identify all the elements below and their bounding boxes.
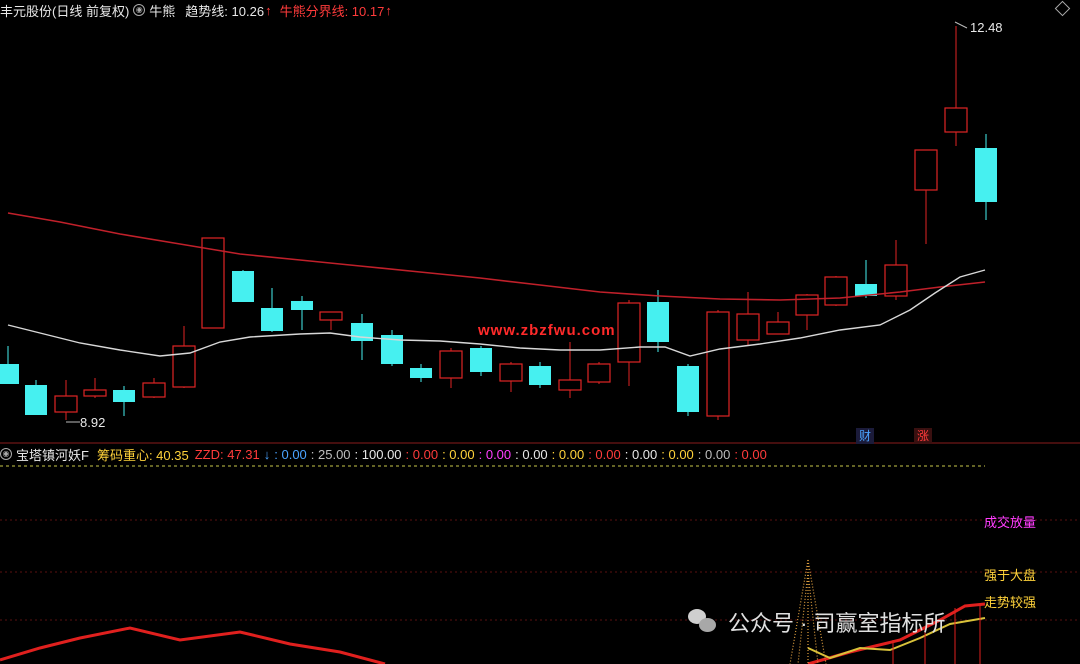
ind-value-9: : 0.00 xyxy=(588,446,621,462)
candle-body xyxy=(0,364,19,384)
high-price-label: 12.48 xyxy=(970,20,1003,35)
ind-value-4: : 0.00 xyxy=(405,446,439,462)
ind-value-10: : 0.00 xyxy=(624,446,658,462)
watermark-text: 公众号 · 司赢室指标所 xyxy=(728,611,946,636)
candle-body xyxy=(587,363,611,383)
candle-body xyxy=(529,366,551,385)
stronger-than-market-label: 强于大盘 xyxy=(984,568,1037,583)
candle-27 xyxy=(766,312,790,335)
candle-body xyxy=(914,149,938,191)
strong-trend-label: 走势较强 xyxy=(984,595,1037,610)
candle-body xyxy=(499,363,523,382)
candle-24 xyxy=(677,364,699,416)
candle-body xyxy=(83,389,107,397)
high-marker-line xyxy=(954,21,968,29)
candle-19 xyxy=(529,362,551,388)
candle-body xyxy=(291,301,313,310)
candle-30 xyxy=(855,260,877,298)
candle-body xyxy=(410,368,432,378)
indicator-red-line xyxy=(0,626,386,664)
candle-33 xyxy=(944,26,968,146)
candle-body xyxy=(736,313,760,341)
candle-body xyxy=(113,390,135,402)
candle-body xyxy=(824,276,848,306)
candle-body xyxy=(706,311,730,417)
candle-1 xyxy=(0,346,19,384)
ind-value-2: : 25.00 xyxy=(310,446,351,462)
candle-body xyxy=(677,366,699,412)
candle-3 xyxy=(54,380,78,420)
candle-2 xyxy=(25,380,47,415)
ind-value-1: : 0.00 xyxy=(274,446,307,462)
ind-value-13: : 0.00 xyxy=(734,446,767,462)
candle-body xyxy=(766,321,790,335)
zzd-down-arrow-icon: ↓ xyxy=(263,446,271,462)
indicator-title[interactable]: 宝塔镇河妖F xyxy=(16,445,89,464)
zzd-value: ZZD: 47.31 xyxy=(194,446,260,462)
candle-22 xyxy=(617,300,641,386)
candle-9 xyxy=(232,270,254,302)
ind-value-11: : 0.00 xyxy=(661,446,694,462)
candle-29 xyxy=(824,276,848,306)
candle-14 xyxy=(381,330,403,366)
candle-16 xyxy=(439,348,463,388)
candle-body xyxy=(558,379,582,391)
candle-body xyxy=(319,311,343,321)
candle-4 xyxy=(83,378,107,398)
candle-body xyxy=(617,302,641,363)
candle-body xyxy=(25,385,47,415)
candle-15 xyxy=(410,364,432,382)
candle-body xyxy=(647,302,669,342)
candle-23 xyxy=(647,290,669,352)
candle-18 xyxy=(499,362,523,392)
low-price-label: 8.92 xyxy=(80,415,106,430)
candle-body xyxy=(439,350,463,379)
rise-tag[interactable]: 涨 xyxy=(914,428,933,444)
candle-body xyxy=(795,294,819,316)
candle-25 xyxy=(706,310,730,420)
ind-value-8: : 0.00 xyxy=(551,446,585,462)
volume-increase-label: 成交放量 xyxy=(984,515,1037,530)
candles-group xyxy=(0,26,997,420)
candle-21 xyxy=(587,362,611,384)
candle-10 xyxy=(261,288,283,332)
candle-12 xyxy=(319,311,343,330)
indicator-settings-icon[interactable]: ◉ xyxy=(0,448,12,460)
candle-5 xyxy=(113,386,135,416)
candle-body xyxy=(261,308,283,331)
wechat-watermark: 公众号 · 司赢室指标所 xyxy=(688,606,946,638)
candle-17 xyxy=(470,346,492,376)
ind-value-7: : 0.00 xyxy=(515,446,548,462)
candle-body xyxy=(54,395,78,413)
candle-body xyxy=(142,382,166,398)
wechat-icon xyxy=(688,609,718,635)
ind-value-3: : 100.00 xyxy=(354,446,402,462)
finance-tag[interactable]: 财 xyxy=(856,428,875,444)
candle-body xyxy=(944,107,968,133)
chip-center-value: 筹码重心: 40.35 xyxy=(96,447,189,463)
ind-value-5: : 0.00 xyxy=(442,446,475,462)
ind-value-6: : 0.00 xyxy=(478,446,512,462)
candle-6 xyxy=(142,378,166,398)
ind-value-12: : 0.00 xyxy=(697,446,731,462)
indicator-header: ◉ 宝塔镇河妖F 筹码重心: 40.35 ZZD: 47.31 ↓ : 0.00… xyxy=(0,444,771,464)
candle-34 xyxy=(975,134,997,220)
indicator-grid xyxy=(0,519,1080,621)
site-watermark: www.zbzfwu.com xyxy=(478,322,616,339)
candle-32 xyxy=(914,149,938,244)
candle-body xyxy=(232,271,254,302)
candle-body xyxy=(470,348,492,372)
candle-body xyxy=(975,148,997,202)
candle-11 xyxy=(291,296,313,330)
candle-7 xyxy=(172,326,196,388)
